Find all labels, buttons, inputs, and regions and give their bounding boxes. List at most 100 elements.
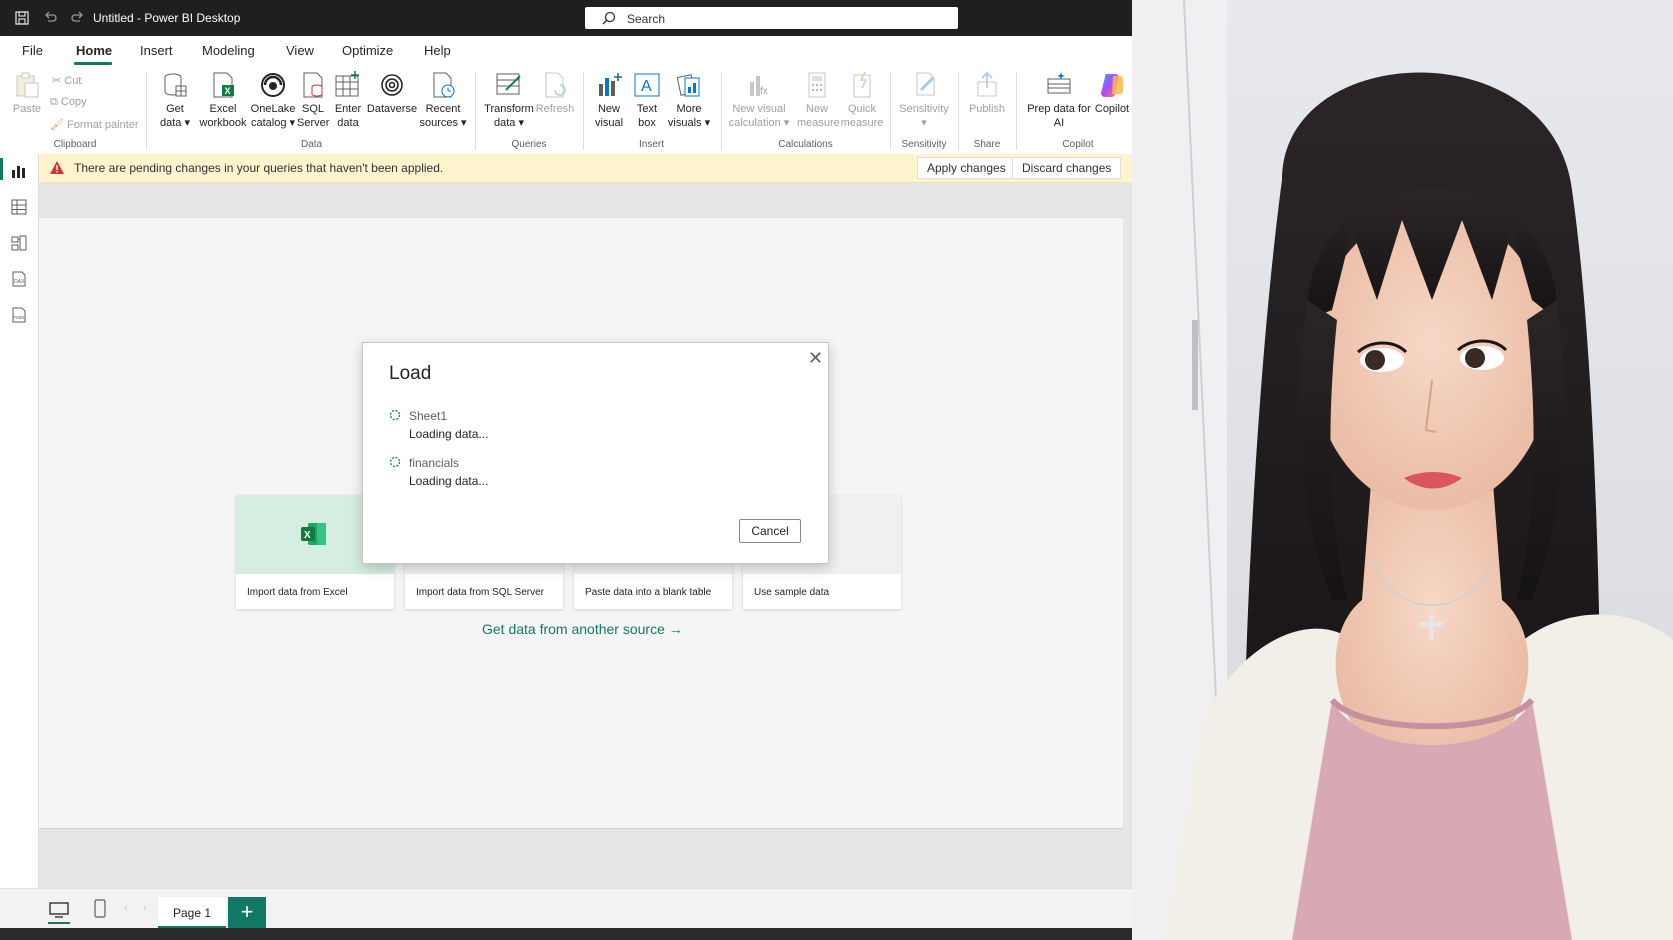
copy-button[interactable]: ⧉ Copy — [50, 96, 87, 109]
prep-data-label-2: AI — [1053, 117, 1065, 129]
sql-label: SQL — [301, 103, 324, 115]
refresh-button[interactable]: Refresh — [535, 70, 575, 116]
save-icon[interactable] — [14, 10, 30, 26]
excel-label-2: workbook — [199, 117, 247, 129]
new-visual-button[interactable]: New visual — [592, 70, 626, 130]
more-visuals-label-2: visuals ▾ — [667, 117, 711, 129]
tmdl-view-icon[interactable]: TMDL — [10, 306, 28, 324]
search-icon — [602, 11, 616, 25]
prep-data-for-ai-button[interactable]: Prep data for AI — [1024, 70, 1094, 130]
ribbon-separator — [890, 72, 891, 150]
card-label: Import data from SQL Server — [416, 587, 545, 598]
model-view-icon[interactable] — [10, 234, 28, 252]
next-page-icon[interactable]: › — [143, 902, 147, 914]
prep-data-label: Prep data for — [1027, 103, 1091, 115]
transform-data-button[interactable]: Transform data ▾ — [483, 70, 535, 130]
text-box-button[interactable]: A Text box — [630, 70, 664, 130]
new-visual-icon — [599, 73, 622, 96]
cancel-button[interactable]: Cancel — [739, 519, 801, 543]
report-view-icon[interactable] — [10, 162, 28, 180]
excel-icon: X — [213, 72, 234, 98]
publish-button[interactable]: Publish — [967, 70, 1007, 116]
apply-changes-button[interactable]: Apply changes — [917, 157, 1016, 179]
svg-text:DAX: DAX — [14, 279, 25, 285]
load-dialog: Load ✕ Sheet1 Loading data... financials… — [362, 342, 829, 564]
dataverse-label: Dataverse — [366, 103, 418, 115]
quick-measure-label-2: measure — [840, 117, 884, 129]
enter-data-button[interactable]: Enter data — [332, 70, 364, 130]
page-tab[interactable]: Page 1 — [158, 897, 226, 929]
more-visuals-icon — [676, 74, 700, 97]
close-icon[interactable]: ✕ — [808, 348, 823, 369]
search-box[interactable]: Search — [585, 7, 958, 29]
refresh-label: Refresh — [535, 103, 575, 115]
sensitivity-icon — [916, 72, 935, 96]
format-painter-button[interactable]: 🖌 Format painter — [50, 118, 139, 131]
add-page-button[interactable]: + — [228, 897, 266, 929]
menu-optimize[interactable]: Optimize — [342, 43, 393, 58]
prev-page-icon[interactable]: ‹ — [124, 902, 128, 914]
svg-text:A: A — [641, 78, 652, 95]
redo-icon[interactable] — [70, 10, 86, 26]
discard-changes-button[interactable]: Discard changes — [1012, 157, 1122, 179]
menu-help[interactable]: Help — [424, 43, 451, 58]
sql-server-button[interactable]: SQL Server — [297, 70, 329, 130]
new-visual-label-2: visual — [594, 117, 624, 129]
recent-sources-button[interactable]: Recent sources ▾ — [418, 70, 468, 130]
onelake-icon — [261, 73, 285, 97]
svg-text:X: X — [304, 530, 311, 541]
transform-data-icon — [496, 73, 521, 95]
page-navigation-bar: ‹ › Page 1 + — [0, 888, 1132, 929]
menu-insert[interactable]: Insert — [140, 43, 173, 58]
desktop-layout-icon[interactable] — [48, 901, 70, 919]
copilot-group-label: Copilot — [1062, 139, 1094, 150]
get-data-label: Get — [166, 103, 184, 115]
get-data-button[interactable]: Get data ▾ — [155, 70, 195, 130]
share-group-label: Share — [973, 139, 1001, 150]
text-box-label-2: box — [638, 117, 656, 129]
cut-button[interactable]: ✂ Cut — [52, 74, 81, 87]
get-data-label-2: data ▾ — [160, 117, 190, 129]
menu-modeling[interactable]: Modeling — [202, 43, 255, 58]
ribbon-separator — [721, 72, 722, 150]
dataverse-icon — [381, 74, 403, 96]
new-visual-calculation-button[interactable]: fx New visual calculation ▾ — [727, 70, 791, 130]
excel-workbook-button[interactable]: X Excel workbook — [197, 70, 249, 130]
power-bi-window: Untitled - Power BI Desktop Search File … — [0, 0, 1132, 940]
new-measure-button[interactable]: New measure — [797, 70, 840, 130]
menu-home[interactable]: Home — [76, 43, 112, 58]
card-label: Import data from Excel — [247, 587, 348, 598]
calculations-group-label: Calculations — [778, 139, 833, 150]
excel-label: Excel — [209, 103, 237, 115]
get-data-other-source-link[interactable]: Get data from another source → — [482, 621, 683, 637]
load-item-name: Sheet1 — [409, 409, 448, 423]
dax-query-view-icon[interactable]: DAX — [10, 270, 28, 288]
paste-button[interactable]: Paste — [11, 70, 43, 116]
quick-measure-button[interactable]: Quick measure — [840, 70, 884, 130]
new-visual-calc-label: New visual — [732, 103, 786, 115]
undo-icon[interactable] — [42, 10, 58, 26]
menu-file[interactable]: File — [22, 43, 43, 58]
onelake-catalog-button[interactable]: OneLake catalog ▾ — [249, 70, 297, 130]
mobile-layout-icon[interactable] — [93, 899, 107, 919]
menu-view[interactable]: View — [286, 43, 314, 58]
sensitivity-group-label: Sensitivity — [901, 139, 947, 150]
svg-text:fx: fx — [760, 86, 768, 97]
dataverse-button[interactable]: Dataverse — [366, 70, 418, 116]
ribbon-separator — [958, 72, 959, 150]
data-group-label: Data — [300, 139, 323, 150]
sensitivity-label-2: ▾ — [921, 117, 927, 129]
text-box-label: Text — [636, 103, 658, 115]
sensitivity-button[interactable]: Sensitivity ▾ — [898, 70, 950, 130]
copy-icon: ⧉ — [50, 96, 61, 108]
queries-group-label: Queries — [511, 139, 547, 150]
active-view-indicator — [0, 158, 3, 180]
copilot-button[interactable]: Copilot — [1092, 70, 1132, 116]
database-icon — [164, 73, 187, 97]
more-visuals-button[interactable]: More visuals ▾ — [667, 70, 711, 130]
transform-label: Transform — [484, 103, 534, 115]
title-bar: Untitled - Power BI Desktop Search — [0, 0, 1132, 36]
table-view-icon[interactable] — [10, 198, 28, 216]
cut-label: Cut — [64, 75, 82, 87]
insert-group-label: Insert — [638, 139, 664, 150]
